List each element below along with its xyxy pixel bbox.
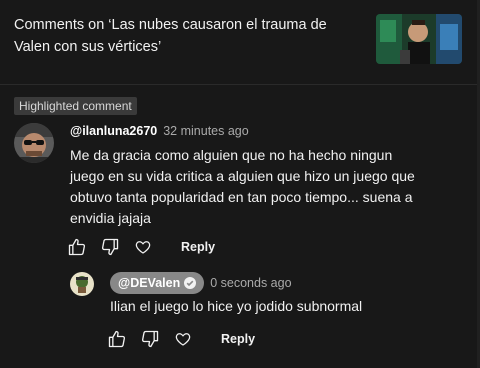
- reply-header: @DEValen 0 seconds ago: [110, 272, 292, 294]
- comments-header: Comments on ‘Las nubes causaron el traum…: [0, 0, 480, 82]
- avatar[interactable]: [14, 123, 54, 163]
- dislike-icon[interactable]: [99, 236, 121, 258]
- check-circle-icon: [184, 277, 197, 289]
- highlighted-comment-badge: Highlighted comment: [14, 97, 137, 115]
- heart-icon[interactable]: [172, 328, 194, 350]
- dislike-icon[interactable]: [139, 328, 161, 350]
- heart-icon[interactable]: [132, 236, 154, 258]
- like-icon[interactable]: [106, 328, 128, 350]
- channel-owner-badge[interactable]: @DEValen: [110, 272, 205, 294]
- reply-timestamp[interactable]: 0 seconds ago: [210, 276, 291, 290]
- reply-text: Ilian el juego lo hice yo jodido subnorm…: [110, 298, 363, 314]
- avatar[interactable]: [70, 272, 94, 296]
- comments-panel: Comments on ‘Las nubes causaron el traum…: [0, 0, 480, 368]
- comments-title: Comments on ‘Las nubes causaron el traum…: [14, 17, 327, 55]
- reply-button[interactable]: Reply: [181, 240, 215, 254]
- reply-author: @DEValen: [118, 276, 181, 290]
- comment-author[interactable]: @ilanluna2670: [70, 124, 157, 138]
- video-thumbnail[interactable]: [376, 14, 462, 64]
- comment-timestamp[interactable]: 32 minutes ago: [163, 124, 248, 138]
- comment-actions: Reply: [66, 236, 215, 258]
- reply-actions: Reply: [106, 328, 255, 350]
- reply-button[interactable]: Reply: [221, 332, 255, 346]
- comment-text: Me da gracia como alguien que no ha hech…: [70, 147, 415, 226]
- like-icon[interactable]: [66, 236, 88, 258]
- header-divider: [0, 84, 480, 85]
- comment-header: @ilanluna2670 32 minutes ago: [70, 124, 249, 138]
